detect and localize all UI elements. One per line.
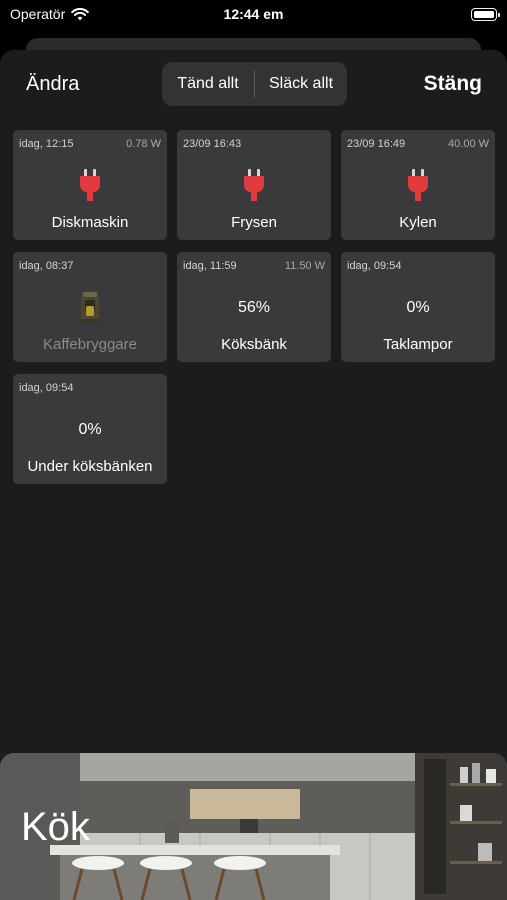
- device-power: 0.78 W: [126, 138, 161, 150]
- device-name: Under köksbänken: [27, 458, 153, 475]
- status-bar: Operatör 12:44 em: [0, 0, 507, 30]
- device-timestamp: idag, 09:54: [347, 260, 402, 272]
- device-tile-frysen[interactable]: 23/09 16:43 Frysen: [177, 130, 331, 240]
- device-tile-kaffebryggare[interactable]: idag, 08:37 Kaffebryggare: [13, 252, 167, 362]
- device-timestamp: idag, 11:59: [183, 260, 237, 272]
- device-power: 40.00 W: [448, 138, 489, 150]
- all-lights-segment: Tänd allt Släck allt: [162, 62, 347, 106]
- dimmer-level: 56%: [237, 299, 271, 316]
- coffee-maker-icon: [81, 292, 99, 322]
- device-tile-taklampor[interactable]: idag, 09:54 0% Taklampor: [341, 252, 495, 362]
- plug-icon: [408, 169, 428, 201]
- device-timestamp: idag, 09:54: [19, 382, 74, 394]
- device-timestamp: idag, 12:15: [19, 138, 74, 150]
- device-timestamp: 23/09 16:49: [347, 138, 406, 150]
- device-name: Kylen: [399, 214, 437, 231]
- battery-icon: [471, 8, 500, 21]
- dimmer-level: 0%: [78, 421, 102, 438]
- device-name: Frysen: [231, 214, 277, 231]
- device-timestamp: idag, 08:37: [19, 260, 74, 272]
- device-name: Diskmaskin: [51, 214, 129, 231]
- edit-button[interactable]: Ändra: [26, 73, 79, 96]
- close-button[interactable]: Stäng: [424, 72, 482, 96]
- dimmer-level: 0%: [406, 299, 430, 316]
- device-tile-koksbank[interactable]: idag, 11:59 11.50 W 56% Köksbänk: [177, 252, 331, 362]
- device-name: Köksbänk: [221, 336, 287, 353]
- plug-icon: [80, 169, 100, 201]
- device-name: Kaffebryggare: [43, 336, 137, 353]
- device-tile-under-koksbanken[interactable]: idag, 09:54 0% Under köksbänken: [13, 374, 167, 484]
- device-tile-diskmaskin[interactable]: idag, 12:15 0.78 W Diskmaskin: [13, 130, 167, 240]
- all-on-button[interactable]: Tänd allt: [162, 75, 254, 93]
- device-power: 11.50 W: [284, 260, 325, 272]
- room-title: Kök: [21, 805, 90, 849]
- plug-icon: [244, 169, 264, 201]
- device-timestamp: 23/09 16:43: [183, 138, 242, 150]
- device-tile-kylen[interactable]: 23/09 16:49 40.00 W Kylen: [341, 130, 495, 240]
- device-name: Taklampor: [383, 336, 453, 353]
- status-time: 12:44 em: [223, 6, 284, 22]
- all-off-button[interactable]: Släck allt: [255, 75, 347, 93]
